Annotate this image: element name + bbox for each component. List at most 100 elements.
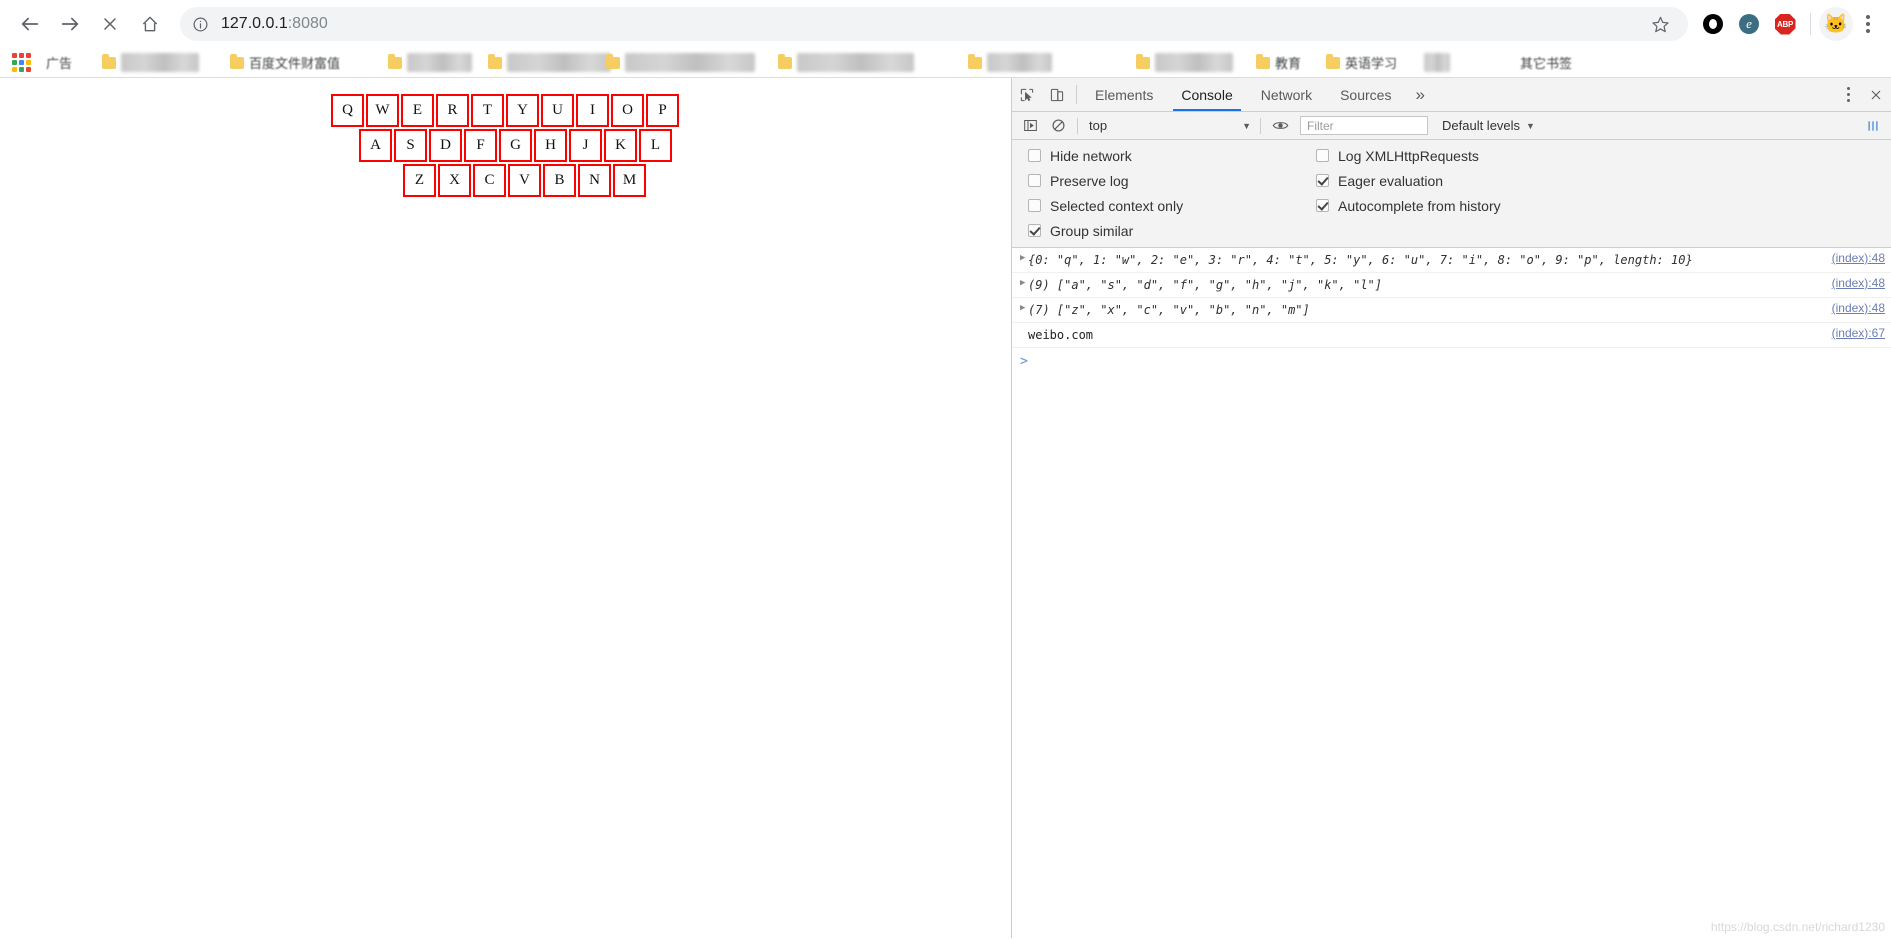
key-f[interactable]: F (464, 129, 497, 162)
tab-elements[interactable]: Elements (1081, 78, 1167, 111)
stop-button[interactable] (90, 4, 130, 44)
key-e[interactable]: E (401, 94, 434, 127)
key-y[interactable]: Y (506, 94, 539, 127)
more-tabs-icon[interactable]: » (1405, 78, 1434, 111)
checkbox[interactable] (1316, 174, 1329, 187)
live-expression-eye-icon[interactable] (1266, 113, 1294, 139)
console-prompt[interactable]: > (1012, 348, 1891, 373)
console-message-source[interactable]: (index):48 (1832, 301, 1885, 315)
setting-group-similar[interactable]: Group similar (1028, 222, 1312, 239)
bookmark-item[interactable]: 〇〇〇〇〇〇〇〇 (482, 51, 612, 75)
console-settings-icon[interactable] (1859, 113, 1887, 139)
devtools-menu-icon[interactable] (1835, 78, 1861, 111)
key-c[interactable]: C (473, 164, 506, 197)
checkbox[interactable] (1028, 199, 1041, 212)
setting-hide-network[interactable]: Hide network (1028, 147, 1312, 164)
console-message-source[interactable]: (index):48 (1832, 276, 1885, 290)
key-g[interactable]: G (499, 129, 532, 162)
key-i[interactable]: I (576, 94, 609, 127)
checkbox[interactable] (1028, 149, 1041, 162)
back-button[interactable] (10, 4, 50, 44)
tabbar-divider (1076, 85, 1077, 104)
checkbox[interactable] (1316, 149, 1329, 162)
key-j[interactable]: J (569, 129, 602, 162)
checkbox[interactable] (1028, 174, 1041, 187)
setting-log-xmlhttprequests[interactable]: Log XMLHttpRequests (1316, 147, 1501, 164)
bookmark-item[interactable]: 〇〇 (1418, 51, 1514, 75)
forward-button[interactable] (50, 4, 90, 44)
apps-grid-icon[interactable] (8, 52, 34, 74)
bookmark-item[interactable]: 〇〇〇〇〇 (382, 51, 482, 75)
key-a[interactable]: A (359, 129, 392, 162)
bookmarks-overflow[interactable]: 其它书签 (1514, 51, 1584, 75)
bookmark-item[interactable]: 〇〇〇〇〇〇〇〇〇 (772, 51, 962, 75)
ring-extension-icon[interactable] (1696, 7, 1730, 41)
bookmark-item[interactable]: 教育 (1250, 51, 1320, 75)
console-message[interactable]: weibo.com (index):67 (1012, 323, 1891, 348)
bookmark-item[interactable]: 〇〇〇〇〇 (962, 51, 1130, 75)
execution-context-select[interactable]: top ▼ (1083, 116, 1255, 136)
key-k[interactable]: K (604, 129, 637, 162)
clear-console-icon[interactable] (1044, 113, 1072, 139)
expand-arrow-icon[interactable]: ▶ (1012, 301, 1028, 313)
e-extension-icon[interactable]: e (1732, 7, 1766, 41)
bookmark-item[interactable]: 〇〇〇〇〇〇〇〇〇〇 (600, 51, 772, 75)
key-w[interactable]: W (366, 94, 399, 127)
bookmark-item[interactable]: 百度文件财富值 (224, 51, 382, 75)
bookmark-item[interactable]: 广告 (40, 51, 96, 75)
setting-autocomplete-from-history[interactable]: Autocomplete from history (1316, 197, 1501, 214)
home-button[interactable] (130, 4, 170, 44)
close-icon[interactable] (1861, 78, 1891, 111)
key-d[interactable]: D (429, 129, 462, 162)
tab-console[interactable]: Console (1167, 78, 1246, 111)
key-u[interactable]: U (541, 94, 574, 127)
setting-preserve-log[interactable]: Preserve log (1028, 172, 1312, 189)
setting-selected-context-only[interactable]: Selected context only (1028, 197, 1312, 214)
console-message[interactable]: ▶ {0: "q", 1: "w", 2: "e", 3: "r", 4: "t… (1012, 248, 1891, 273)
console-sidebar-icon[interactable] (1016, 113, 1044, 139)
key-q[interactable]: Q (331, 94, 364, 127)
checkbox[interactable] (1316, 199, 1329, 212)
bookmark-item[interactable]: 英语学习 (1320, 51, 1418, 75)
bookmarks-overflow-label: 其它书签 (1520, 56, 1573, 71)
expand-arrow-icon[interactable]: ▶ (1012, 276, 1028, 288)
key-m[interactable]: M (613, 164, 646, 197)
avatar[interactable]: 🐱 (1819, 7, 1853, 41)
tab-sources[interactable]: Sources (1326, 78, 1405, 111)
tab-network[interactable]: Network (1247, 78, 1326, 111)
log-levels-select[interactable]: Default levels ▼ (1442, 118, 1535, 133)
key-s[interactable]: S (394, 129, 427, 162)
console-filter-input[interactable]: Filter (1300, 116, 1428, 135)
key-b[interactable]: B (543, 164, 576, 197)
checkbox[interactable] (1028, 224, 1041, 237)
key-v[interactable]: V (508, 164, 541, 197)
adblock-plus-icon[interactable]: ABP (1768, 7, 1802, 41)
console-message[interactable]: ▶ (7) ["z", "x", "c", "v", "b", "n", "m"… (1012, 298, 1891, 323)
device-toolbar-icon[interactable] (1042, 78, 1072, 111)
key-x[interactable]: X (438, 164, 471, 197)
setting-eager-evaluation[interactable]: Eager evaluation (1316, 172, 1501, 189)
console-message[interactable]: ▶ (9) ["a", "s", "d", "f", "g", "h", "j"… (1012, 273, 1891, 298)
url-host: 127.0.0.1 (221, 15, 288, 32)
console-message-source[interactable]: (index):48 (1832, 251, 1885, 265)
expand-arrow-icon[interactable]: ▶ (1012, 251, 1028, 263)
address-bar[interactable]: 127.0.0.1:8080 (180, 7, 1688, 41)
key-n[interactable]: N (578, 164, 611, 197)
key-h[interactable]: H (534, 129, 567, 162)
bookmark-label: 〇〇〇〇〇〇〇〇〇〇 (625, 53, 756, 72)
inspect-element-icon[interactable] (1012, 78, 1042, 111)
bookmark-item[interactable]: 〇〇〇〇〇〇 (1130, 51, 1250, 75)
bookmark-item[interactable]: 〇〇〇〇〇〇 (96, 51, 224, 75)
key-t[interactable]: T (471, 94, 504, 127)
key-l[interactable]: L (639, 129, 672, 162)
key-p[interactable]: P (646, 94, 679, 127)
chrome-menu-icon[interactable] (1855, 7, 1881, 41)
url-text[interactable]: 127.0.0.1:8080 (221, 15, 1646, 33)
console-message-source[interactable]: (index):67 (1832, 326, 1885, 340)
bookmark-star-icon[interactable] (1646, 15, 1674, 34)
console-output[interactable]: ▶ {0: "q", 1: "w", 2: "e", 3: "r", 4: "t… (1012, 248, 1891, 938)
site-info-icon[interactable] (192, 16, 209, 33)
key-o[interactable]: O (611, 94, 644, 127)
key-r[interactable]: R (436, 94, 469, 127)
key-z[interactable]: Z (403, 164, 436, 197)
